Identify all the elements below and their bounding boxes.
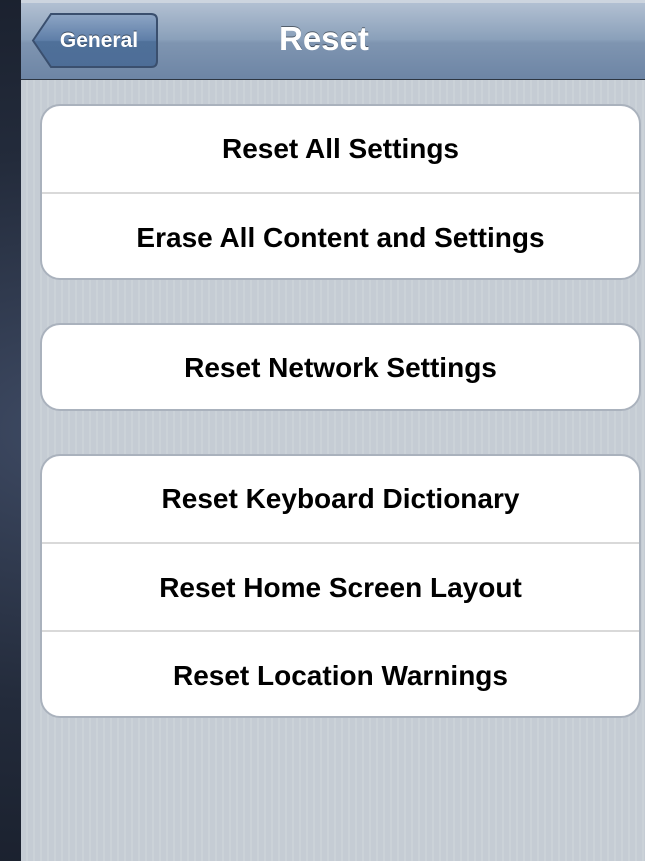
back-button-general[interactable]: General [31, 12, 159, 69]
reset-all-settings-cell[interactable]: Reset All Settings [42, 106, 639, 192]
settings-group-2: Reset Network Settings [40, 323, 641, 411]
reset-network-settings-cell[interactable]: Reset Network Settings [42, 325, 639, 409]
navigation-bar: General Reset [21, 0, 645, 80]
settings-group-3: Reset Keyboard Dictionary Reset Home Scr… [40, 454, 641, 718]
erase-all-content-cell[interactable]: Erase All Content and Settings [42, 192, 639, 278]
settings-screen: General Reset Reset All Settings Erase A… [21, 0, 645, 861]
back-button-label: General [59, 29, 139, 52]
reset-keyboard-dictionary-cell[interactable]: Reset Keyboard Dictionary [42, 456, 639, 542]
reset-home-screen-layout-cell[interactable]: Reset Home Screen Layout [42, 542, 639, 630]
settings-group-1: Reset All Settings Erase All Content and… [40, 104, 641, 280]
reset-location-warnings-cell[interactable]: Reset Location Warnings [42, 630, 639, 716]
page-title: Reset [279, 20, 369, 57]
